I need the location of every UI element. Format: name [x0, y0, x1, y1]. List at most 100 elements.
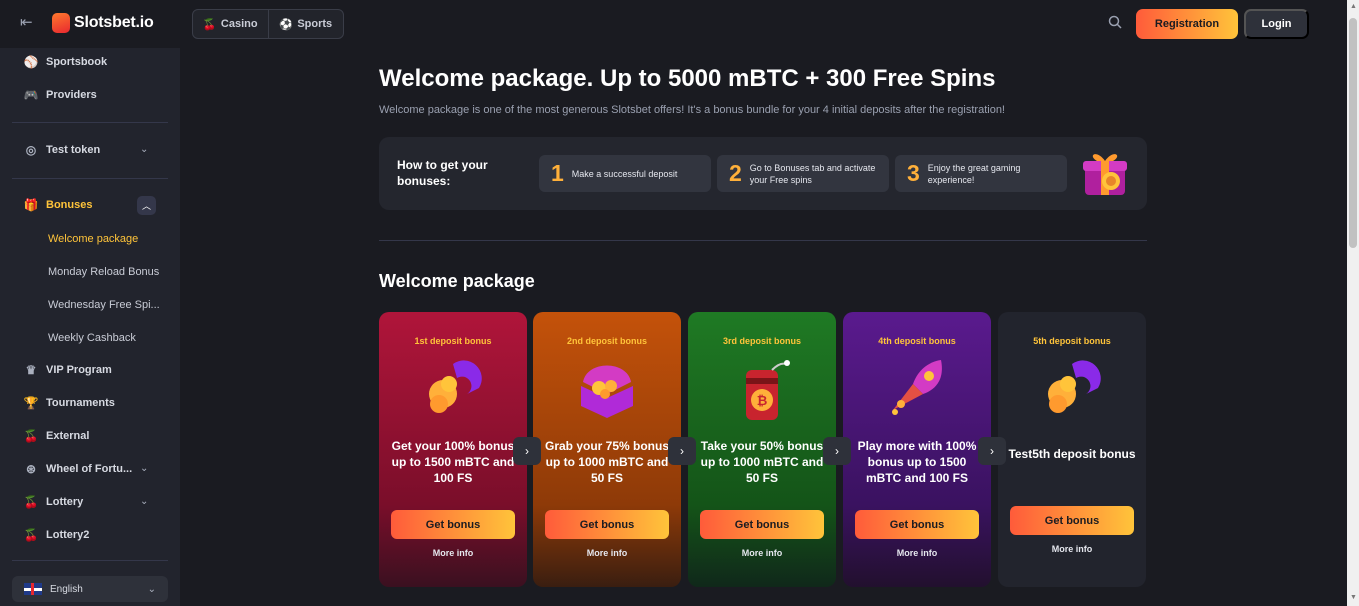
card-description: Play more with 100% bonus up to 1500 mBT… [857, 439, 977, 485]
search-icon[interactable] [1108, 15, 1122, 32]
treasure-chest-icon [581, 365, 633, 418]
sidebar-divider [12, 122, 168, 123]
top-bar: ⇤ Slotsbet.io 🍒 Casino ⚽ Sports Registra… [0, 0, 1347, 48]
token-icon: ◎ [25, 143, 37, 157]
sidebar-item-label: Wheel of Fortu... [46, 463, 133, 475]
step-3: 3 Enjoy the great gaming experience! [895, 155, 1067, 192]
language-select[interactable]: English ⌄ [12, 576, 168, 602]
chevron-down-icon[interactable]: ⌄ [140, 463, 148, 474]
sidebar-subitem-monday-reload[interactable]: Monday Reload Bonus [48, 266, 159, 278]
sidebar-divider [12, 560, 168, 561]
cherry-icon: 🍒 [23, 429, 39, 443]
chevron-down-icon: ⌄ [147, 583, 156, 595]
sidebar-item-bonuses[interactable]: 🎁 Bonuses [24, 195, 93, 215]
more-info-link[interactable]: More info [379, 548, 527, 558]
sidebar-item-lottery[interactable]: 🍒 Lottery [23, 492, 84, 512]
card-description: Get your 100% bonus up to 1500 mBTC and … [391, 439, 515, 485]
cherry-icon: 🍒 [23, 495, 39, 509]
gift-box-icon [1083, 154, 1127, 195]
step-number: 1 [551, 160, 564, 186]
more-info-link[interactable]: More info [843, 548, 991, 558]
scrollbar-thumb[interactable] [1349, 18, 1357, 248]
next-arrow-icon[interactable]: › [668, 437, 696, 465]
sidebar-item-external[interactable]: 🍒 External [23, 426, 90, 446]
sidebar-divider [12, 178, 168, 179]
sidebar-subitem-weekly-cashback[interactable]: Weekly Cashback [48, 332, 136, 344]
sidebar-subitem-welcome-package[interactable]: Welcome package [48, 233, 138, 245]
chevron-down-icon[interactable]: ⌄ [140, 496, 148, 507]
scrollbar[interactable]: ▲ ▼ [1347, 0, 1359, 606]
page-title: Welcome package. Up to 5000 mBTC + 300 F… [379, 65, 996, 92]
get-bonus-button[interactable]: Get bonus [545, 510, 669, 539]
next-arrow-icon[interactable]: › [513, 437, 541, 465]
sportsbook-icon: ⚾ [23, 55, 39, 69]
card-label: 4th deposit bonus [878, 336, 956, 346]
step-text: Enjoy the great gaming experience! [927, 162, 1021, 185]
trophy-icon: 🏆 [23, 396, 39, 410]
tab-sports[interactable]: ⚽ Sports [269, 10, 344, 38]
scroll-down-icon[interactable]: ▼ [1350, 594, 1357, 601]
sidebar-item-sportsbook[interactable]: ⚾ Sportsbook [23, 52, 108, 72]
card-label: 3rd deposit bonus [722, 336, 801, 346]
scroll-up-icon[interactable]: ▲ [1350, 3, 1357, 10]
more-info-link[interactable]: More info [998, 544, 1146, 554]
sidebar-item-providers[interactable]: 🎮 Providers [24, 85, 97, 105]
cherry-icon: 🍒 [23, 528, 39, 542]
chevron-down-icon[interactable]: ⌄ [140, 144, 148, 155]
step-number: 3 [907, 160, 920, 186]
crown-icon: ♛ [25, 363, 37, 377]
dynamite-bitcoin-icon: ₿ [746, 360, 790, 420]
more-info-link[interactable]: More info [688, 548, 836, 558]
gamepad-icon: 🎮 [23, 88, 39, 102]
collapse-menu-icon[interactable]: ⇤ [20, 15, 36, 30]
card-description: Take your 50% bonus up to 1000 mBTC and … [700, 439, 824, 485]
get-bonus-button[interactable]: Get bonus [855, 510, 979, 539]
sidebar-item-label: VIP Program [46, 364, 112, 376]
registration-button[interactable]: Registration [1136, 9, 1238, 39]
top-nav: 🍒 Casino ⚽ Sports [192, 9, 344, 39]
logo[interactable]: Slotsbet.io [52, 13, 154, 33]
bonus-card-3: 3rd deposit bonus ₿ Take your 50% bonus … [688, 312, 836, 587]
bonus-card-1: 1st deposit bonus Get your 100% bonus up… [379, 312, 527, 587]
wheel-icon: ⊛ [25, 462, 37, 476]
bonus-card-2: 2nd deposit bonus Grab your 75% bonus up… [533, 312, 681, 587]
uk-flag-icon [24, 583, 42, 595]
cherry-icon: 🍒 [202, 18, 217, 31]
step-1: 1 Make a successful deposit [539, 155, 711, 192]
sidebar-item-label: Sportsbook [46, 56, 108, 68]
next-arrow-icon[interactable]: › [823, 437, 851, 465]
chevron-up-icon[interactable]: ︿ [137, 196, 156, 215]
get-bonus-button[interactable]: Get bonus [391, 510, 515, 539]
section-divider [379, 240, 1147, 241]
bonus-card-4: 4th deposit bonus Play more with 100% bo… [843, 312, 991, 587]
tab-casino[interactable]: 🍒 Casino [193, 10, 269, 38]
sidebar-item-tournaments[interactable]: 🏆 Tournaments [24, 393, 115, 413]
sidebar-item-lottery2[interactable]: 🍒 Lottery2 [23, 525, 90, 545]
sidebar: ⚾ Sportsbook 🎮 Providers ◎ Test token ⌄ … [0, 48, 180, 606]
login-button[interactable]: Login [1244, 9, 1309, 39]
card-description: Grab your 75% bonus up to 1000 mBTC and … [544, 439, 670, 485]
sidebar-subitem-wednesday-free-spins[interactable]: Wednesday Free Spi... [48, 299, 160, 311]
sidebar-item-test-token[interactable]: ◎ Test token [24, 140, 100, 160]
how-to-panel: How to get your bonuses: 1 Make a succes… [379, 137, 1147, 210]
sidebar-item-label: Providers [46, 89, 97, 101]
bonus-card-5: 5th deposit bonus Test5th deposit bonus … [998, 312, 1146, 587]
sidebar-item-vip-program[interactable]: ♛ VIP Program [24, 360, 112, 380]
logo-text: Slotsbet.io [74, 14, 154, 31]
section-title: Welcome package [379, 271, 535, 291]
card-label: 1st deposit bonus [414, 336, 492, 346]
magnet-coins-icon [1048, 360, 1101, 413]
get-bonus-button[interactable]: Get bonus [700, 510, 824, 539]
tab-sports-label: Sports [297, 18, 333, 30]
step-number: 2 [729, 160, 742, 186]
next-arrow-icon[interactable]: › [978, 437, 1006, 465]
sidebar-item-label: Lottery2 [46, 529, 90, 541]
language-label: English [50, 583, 83, 595]
card-label: 2nd deposit bonus [567, 336, 647, 346]
ball-icon: ⚽ [278, 18, 293, 31]
more-info-link[interactable]: More info [533, 548, 681, 558]
get-bonus-button[interactable]: Get bonus [1010, 506, 1134, 535]
sidebar-item-label: Bonuses [46, 199, 93, 211]
page-subtitle: Welcome package is one of the most gener… [379, 104, 1005, 116]
sidebar-item-wheel-of-fortune[interactable]: ⊛ Wheel of Fortu... [24, 459, 132, 479]
